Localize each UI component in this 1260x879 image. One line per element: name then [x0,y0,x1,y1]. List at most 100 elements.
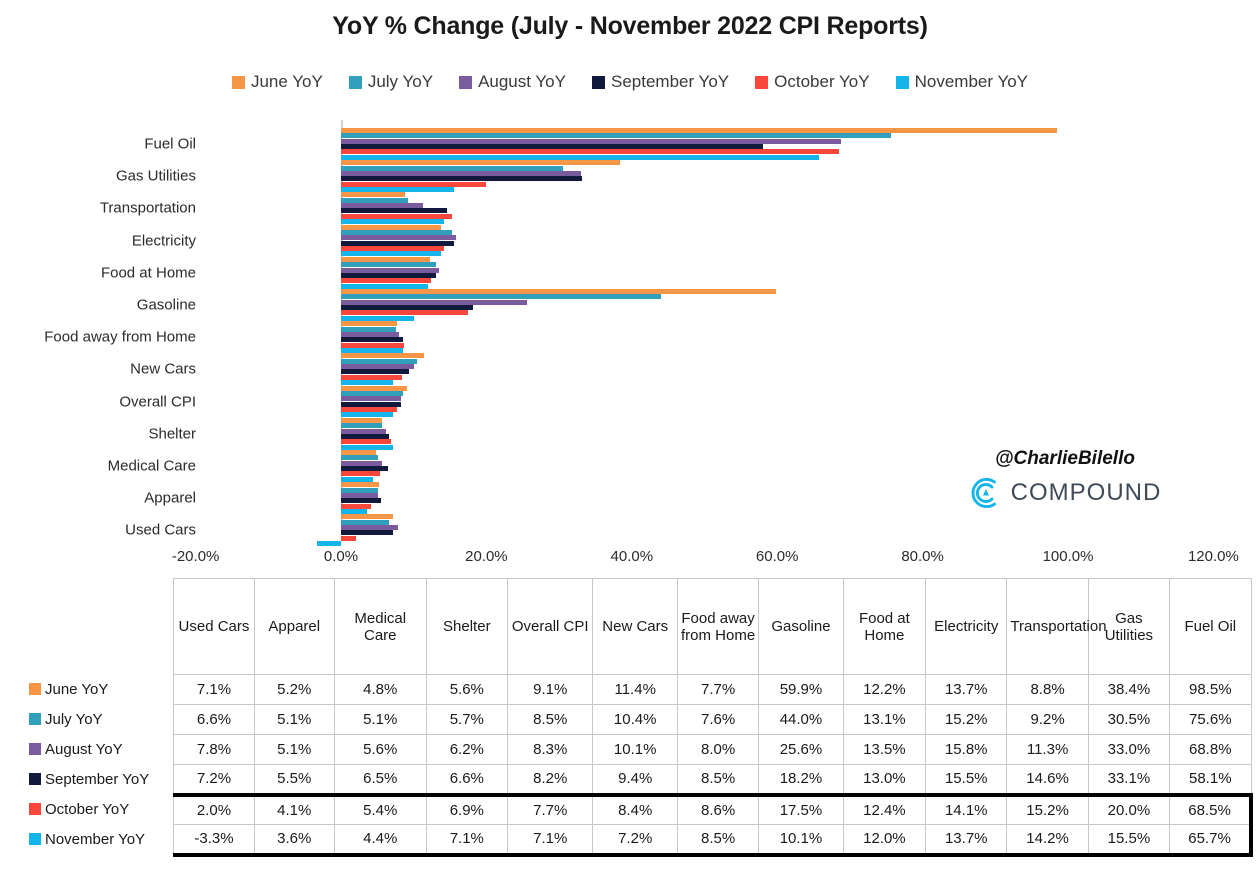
bar-august-yoy-gasoline[interactable] [341,299,528,305]
bar-july-yoy-medical-care[interactable] [341,455,379,461]
table-cell: 30.5% [1087,704,1171,735]
bar-june-yoy-electricity[interactable] [341,224,441,230]
legend-item[interactable]: July YoY [348,72,433,92]
bar-october-yoy-used-cars[interactable] [341,535,356,541]
bar-september-yoy-apparel[interactable] [341,498,381,504]
bar-july-yoy-new-cars[interactable] [341,358,417,364]
bar-november-yoy-shelter[interactable] [341,444,393,450]
legend-item[interactable]: November YoY [895,72,1028,92]
bar-august-yoy-transportation[interactable] [341,203,424,209]
table-row-label: June YoY [7,674,174,705]
bar-august-yoy-food-at-home[interactable] [341,267,440,273]
bar-june-yoy-food-away-from-home[interactable] [341,321,397,327]
legend-item[interactable]: June YoY [231,72,323,92]
bar-october-yoy-electricity[interactable] [341,246,444,251]
bar-october-yoy-food-away-from-home[interactable] [341,342,404,348]
bar-june-yoy-gasoline[interactable] [341,289,777,294]
bar-october-yoy-food-at-home[interactable] [341,278,432,284]
bar-june-yoy-transportation[interactable] [341,192,405,198]
bar-august-yoy-food-away-from-home[interactable] [341,331,400,337]
bar-september-yoy-new-cars[interactable] [341,369,410,375]
bar-june-yoy-fuel-oil[interactable] [341,128,1058,133]
legend-item[interactable]: October YoY [755,72,870,92]
bar-september-yoy-food-away-from-home[interactable] [341,337,403,343]
table-row[interactable]: October YoY 2.0% 4.1% 5.4% 6.9% 7.7% 8.4% 8.6% 1… [7,792,1254,825]
bar-november-yoy-used-cars[interactable] [317,541,341,547]
table-cell: 9.1% [506,674,594,705]
bar-july-yoy-electricity[interactable] [341,229,452,235]
bar-july-yoy-transportation[interactable] [341,197,408,203]
bar-july-yoy-gasoline[interactable] [341,294,661,300]
bar-november-yoy-apparel[interactable] [341,508,368,514]
bar-july-yoy-fuel-oil[interactable] [341,133,891,139]
bar-august-yoy-apparel[interactable] [341,492,379,498]
table-row[interactable]: September YoY 7.2% 5.5% 6.5% 6.6% 8.2% 9.4% 8.5… [7,764,1252,795]
bar-november-yoy-food-at-home[interactable] [341,283,429,289]
bar-june-yoy-gas-utilities[interactable] [341,160,621,166]
table-row[interactable]: August YoY 7.8% 5.1% 5.6% 6.2% 8.3% 10.1% 8.0% 2… [7,734,1252,765]
table-row[interactable]: July YoY 6.6% 5.1% 5.1% 5.7% 8.5% 10.4% 7.6% 44.… [7,704,1252,735]
bar-september-yoy-shelter[interactable] [341,433,389,439]
bar-november-yoy-fuel-oil[interactable] [341,154,819,160]
bar-september-yoy-gas-utilities[interactable] [341,176,582,182]
bar-august-yoy-gas-utilities[interactable] [341,170,581,176]
bar-july-yoy-gas-utilities[interactable] [341,165,563,171]
bar-august-yoy-fuel-oil[interactable] [341,138,842,144]
watermark-handle: @CharlieBilello [995,448,1135,469]
table-row[interactable]: November YoY -3.3% 3.6% 4.4% 7.1% 7.1% 7.2% 8.5… [7,824,1254,857]
bar-november-yoy-gasoline[interactable] [341,315,415,321]
bar-september-yoy-medical-care[interactable] [341,466,389,472]
bar-october-yoy-fuel-oil[interactable] [341,149,839,155]
legend-swatch-icon [755,75,769,89]
bar-july-yoy-overall-cpi[interactable] [341,390,403,396]
bar-july-yoy-food-at-home[interactable] [341,262,437,268]
bar-june-yoy-used-cars[interactable] [341,514,393,520]
bar-november-yoy-new-cars[interactable] [341,380,394,386]
table-row[interactable]: June YoY 7.1% 5.2% 4.8% 5.6% 9.1% 11.4% 7.7% 59.… [7,674,1252,705]
legend-item[interactable]: September YoY [591,72,729,92]
legend-item[interactable]: August YoY [459,72,566,92]
bar-september-yoy-fuel-oil[interactable] [341,144,764,150]
bar-september-yoy-electricity[interactable] [341,240,454,246]
bar-june-yoy-food-at-home[interactable] [341,256,430,262]
table-header-row: Used Cars Apparel Medical Care Shelter Overa… [7,578,1252,675]
bar-august-yoy-shelter[interactable] [341,428,387,434]
table-corner-cell [7,578,174,675]
bar-august-yoy-new-cars[interactable] [341,364,415,370]
bar-october-yoy-transportation[interactable] [341,213,452,219]
table-body: June YoY 7.1% 5.2% 4.8% 5.6% 9.1% 11.4% 7.7% 59.… [7,674,1254,857]
bar-november-yoy-transportation[interactable] [341,219,445,225]
bar-september-yoy-transportation[interactable] [341,208,448,214]
bar-november-yoy-medical-care[interactable] [341,476,373,482]
bar-november-yoy-electricity[interactable] [341,251,441,257]
table-cell: 5.5% [253,764,335,795]
table-cell: 8.5% [676,824,760,857]
bar-june-yoy-medical-care[interactable] [341,450,376,455]
bar-october-yoy-apparel[interactable] [341,503,371,509]
bar-october-yoy-gas-utilities[interactable] [341,181,487,187]
bar-june-yoy-shelter[interactable] [341,417,382,423]
bar-july-yoy-apparel[interactable] [341,487,379,493]
bar-july-yoy-food-away-from-home[interactable] [341,326,397,332]
bar-november-yoy-gas-utilities[interactable] [341,186,454,192]
bar-october-yoy-medical-care[interactable] [341,471,381,477]
bar-june-yoy-apparel[interactable] [341,482,379,488]
bar-september-yoy-food-at-home[interactable] [341,272,436,278]
bar-july-yoy-used-cars[interactable] [341,519,389,525]
bar-july-yoy-shelter[interactable] [341,423,383,429]
bar-august-yoy-used-cars[interactable] [341,525,398,531]
bar-september-yoy-gasoline[interactable] [341,305,474,311]
bar-september-yoy-overall-cpi[interactable] [341,401,401,407]
bar-october-yoy-new-cars[interactable] [341,374,403,380]
bar-september-yoy-used-cars[interactable] [341,530,394,536]
bar-october-yoy-overall-cpi[interactable] [341,407,397,412]
bar-november-yoy-food-away-from-home[interactable] [341,347,403,353]
bar-june-yoy-overall-cpi[interactable] [341,385,408,391]
bar-august-yoy-electricity[interactable] [341,235,456,241]
bar-august-yoy-medical-care[interactable] [341,460,382,466]
bar-october-yoy-shelter[interactable] [341,439,392,445]
bar-august-yoy-overall-cpi[interactable] [341,396,402,402]
bar-june-yoy-new-cars[interactable] [341,353,424,359]
bar-november-yoy-overall-cpi[interactable] [341,412,393,418]
bar-october-yoy-gasoline[interactable] [341,310,469,316]
